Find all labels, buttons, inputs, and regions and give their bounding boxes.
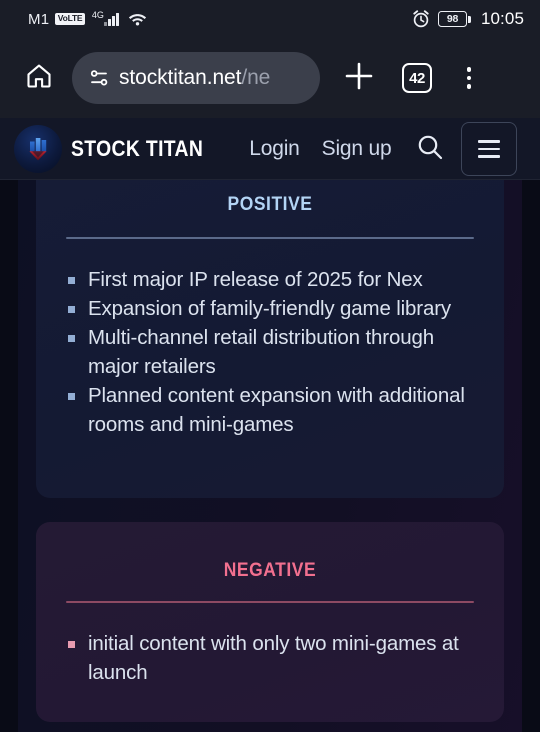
- network-type-label: 4G: [91, 9, 104, 20]
- positive-card: Positive First major IP release of 2025 …: [36, 180, 504, 498]
- status-bar: M1 VoLTE 4G 98 10:05: [0, 0, 540, 38]
- list-item: Planned content expansion with additiona…: [62, 381, 478, 439]
- list-item: First major IP release of 2025 for Nex: [62, 265, 478, 294]
- hamburger-menu-button[interactable]: [461, 122, 518, 176]
- clock-label: 10:05: [480, 9, 524, 28]
- signal-strength-bars: [103, 12, 119, 26]
- battery-icon: 98: [437, 11, 471, 27]
- positive-card-title: Positive: [227, 186, 313, 216]
- negative-card: Negative initial content with only two m…: [36, 522, 504, 722]
- address-bar[interactable]: stocktitan.net/ne: [72, 52, 320, 104]
- wifi-icon: [128, 12, 147, 26]
- status-bar-right: 98 10:05: [412, 9, 524, 29]
- stock-titan-logo-icon[interactable]: [14, 125, 62, 173]
- address-bar-text: stocktitan.net/ne: [119, 66, 270, 90]
- nav-signup[interactable]: Sign up: [322, 137, 392, 161]
- tab-switcher-button[interactable]: 42: [388, 52, 446, 104]
- content-container: Positive First major IP release of 2025 …: [18, 180, 522, 732]
- header-nav: Login Sign up: [249, 137, 391, 161]
- home-button[interactable]: [16, 55, 62, 101]
- hamburger-menu-icon: [478, 140, 501, 143]
- carrier-label: M1: [28, 10, 50, 28]
- browser-toolbar: stocktitan.net/ne 42: [0, 38, 540, 118]
- page-info-icon[interactable]: [88, 68, 110, 88]
- three-dot-menu-icon: [466, 67, 472, 89]
- volte-badge: VoLTE: [55, 13, 85, 25]
- battery-percent-label: 98: [446, 13, 458, 25]
- alarm-clock-icon: [412, 10, 430, 28]
- list-item: Expansion of family-friendly game librar…: [62, 294, 478, 323]
- new-tab-button[interactable]: [330, 52, 388, 104]
- page-scroll-area[interactable]: Positive First major IP release of 2025 …: [0, 180, 540, 732]
- tab-count-badge: 42: [402, 63, 432, 93]
- list-item: initial content with only two mini-games…: [62, 629, 478, 687]
- positive-bullet-list: First major IP release of 2025 for Nex E…: [62, 239, 478, 439]
- nav-login[interactable]: Login: [249, 137, 300, 161]
- signal-bars-icon: 4G: [91, 9, 119, 26]
- plus-icon: [342, 59, 376, 98]
- home-icon: [24, 61, 54, 96]
- negative-card-title: Negative: [223, 552, 317, 582]
- search-icon: [415, 132, 445, 167]
- search-button[interactable]: [413, 132, 447, 166]
- browser-menu-button[interactable]: [446, 52, 492, 104]
- brand-name[interactable]: STOCK TITAN: [71, 136, 203, 162]
- site-header: STOCK TITAN Login Sign up: [0, 118, 540, 180]
- status-bar-left: M1 VoLTE 4G: [28, 9, 147, 28]
- list-item: Multi-channel retail distribution throug…: [62, 323, 478, 381]
- negative-bullet-list: initial content with only two mini-games…: [62, 603, 478, 687]
- url-path: /ne: [241, 66, 271, 89]
- url-host: stocktitan.net: [119, 66, 242, 89]
